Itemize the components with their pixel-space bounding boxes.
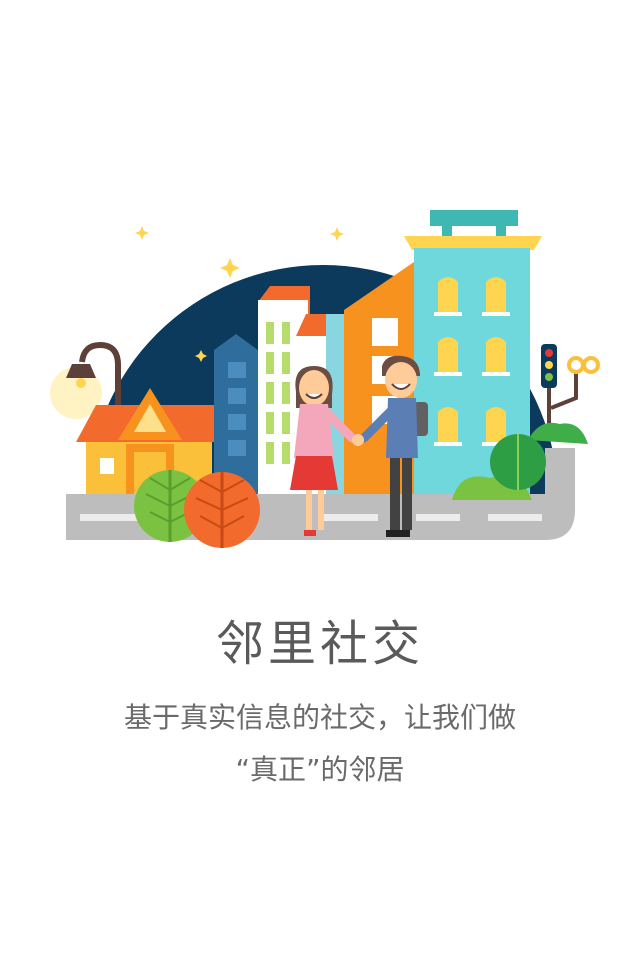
description-line-2: “真正”的邻居: [235, 753, 405, 786]
description-line-1: 基于真实信息的社交，让我们做: [123, 701, 516, 734]
blue-building: [214, 334, 258, 494]
traffic-light-icon: [541, 344, 600, 436]
page-title: 邻里社交: [215, 616, 424, 672]
onboarding-screen: 邻里社交 基于真实信息的社交，让我们做 “真正”的邻居: [0, 0, 640, 960]
neighborhood-illustration: [50, 210, 600, 548]
page-description: 基于真实信息的社交，让我们做 “真正”的邻居: [0, 692, 640, 796]
